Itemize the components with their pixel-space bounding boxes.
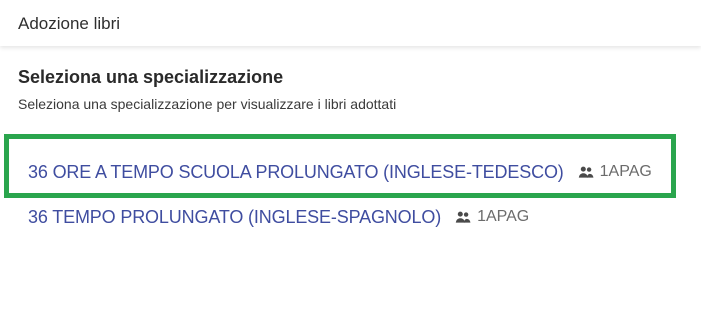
page: Adozione libri Seleziona una specializza… (0, 0, 701, 333)
specialization-name: 36 TEMPO PROLUNGATO (INGLESE-SPAGNOLO) (28, 207, 442, 227)
class-code: 1APAG (599, 163, 652, 180)
specialization-name: 36 ORE A TEMPO SCUOLA PROLUNGATO (INGLES… (28, 162, 564, 182)
specialization-item[interactable]: 36 ORE A TEMPO SCUOLA PROLUNGATO (INGLES… (28, 158, 652, 186)
app-header: Adozione libri (0, 0, 701, 46)
specialization-list: 36 ORE A TEMPO SCUOLA PROLUNGATO (INGLES… (0, 0, 701, 333)
page-title: Adozione libri (18, 14, 121, 33)
group-icon (578, 165, 594, 179)
group-icon (455, 210, 471, 224)
class-code: 1APAG (477, 208, 530, 225)
specialization-item[interactable]: 36 TEMPO PROLUNGATO (INGLESE-SPAGNOLO) 1… (28, 203, 529, 231)
